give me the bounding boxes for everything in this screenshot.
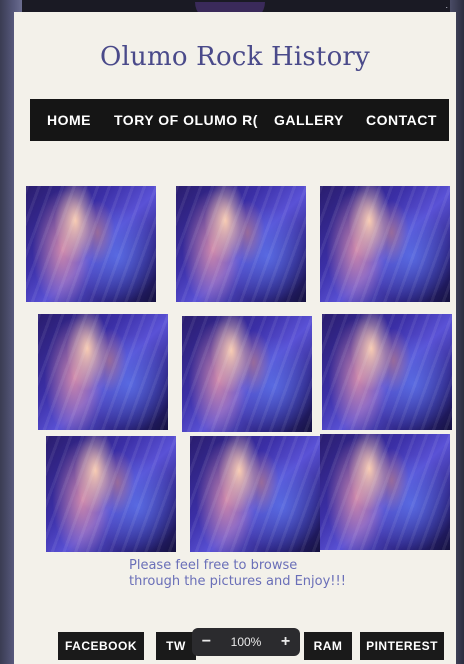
- zoom-control: − 100% +: [192, 628, 300, 656]
- twitter-button[interactable]: TW: [156, 632, 196, 660]
- zoom-in-button[interactable]: +: [281, 633, 290, 651]
- browse-message-line1: Please feel free to browse: [129, 558, 298, 573]
- gallery-photo[interactable]: [320, 434, 450, 550]
- photo-gallery: [14, 178, 456, 552]
- facebook-button[interactable]: FACEBOOK: [58, 632, 144, 660]
- gallery-photo[interactable]: [176, 186, 306, 302]
- instagram-button[interactable]: RAM: [304, 632, 352, 660]
- browse-message: Please feel free to browse through the p…: [129, 558, 389, 590]
- gallery-photo[interactable]: [322, 314, 452, 430]
- main-navbar: HOME TORY OF OLUMO R( GALLERY CONTACT: [30, 99, 449, 141]
- site-title: Olumo Rock History: [100, 42, 370, 72]
- gallery-photo[interactable]: [182, 316, 312, 432]
- gallery-photo[interactable]: [26, 186, 156, 302]
- browse-message-line2: through the pictures and Enjoy!!!: [129, 574, 346, 589]
- nav-story-label: TORY OF OLUMO R(: [114, 112, 258, 128]
- nav-contact-link[interactable]: CONTACT: [366, 112, 446, 128]
- nav-home-link[interactable]: HOME: [47, 112, 107, 128]
- nav-story-link[interactable]: TORY OF OLUMO R(: [114, 112, 266, 128]
- zoom-out-button[interactable]: −: [202, 633, 211, 651]
- gallery-photo[interactable]: [320, 186, 450, 302]
- zoom-level: 100%: [230, 635, 262, 649]
- gallery-photo[interactable]: [190, 436, 320, 552]
- nav-gallery-link[interactable]: GALLERY: [274, 112, 352, 128]
- gallery-photo[interactable]: [38, 314, 168, 430]
- web-page: Olumo Rock History HOME TORY OF OLUMO R(…: [14, 12, 456, 664]
- gallery-photo[interactable]: [46, 436, 176, 552]
- pinterest-button[interactable]: PINTEREST: [360, 632, 444, 660]
